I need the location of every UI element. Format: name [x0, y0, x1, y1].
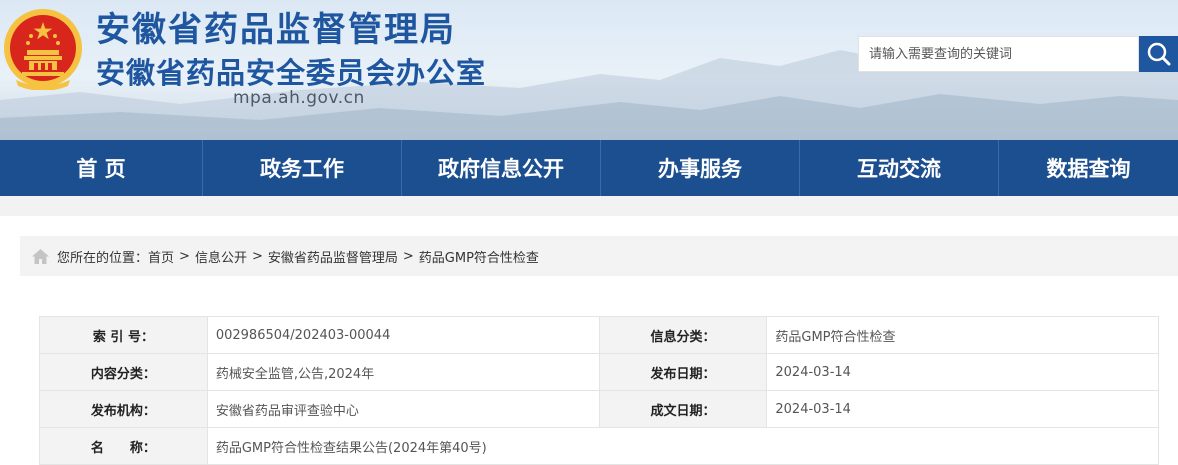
publishing-org-label: 发布机构： — [39, 390, 208, 428]
site-domain: mpa.ah.gov.cn — [233, 88, 365, 108]
national-emblem-icon — [4, 9, 82, 90]
table-row: 发布机构： 安徽省药品审评查验中心 成文日期： 2024-03-14 — [39, 390, 1159, 428]
main-nav: 首 页 政务工作 政府信息公开 办事服务 互动交流 数据查询 — [0, 140, 1178, 196]
index-number-value: 002986504/202403-00044 — [206, 316, 600, 354]
breadcrumb-item-info-disclosure[interactable]: 信息公开 — [195, 247, 247, 266]
breadcrumb-separator: > — [251, 248, 263, 264]
breadcrumb: 您所在的位置： 首页 > 信息公开 > 安徽省药品监督管理局 > 药品GMP符合… — [20, 236, 1178, 276]
search-box — [858, 36, 1139, 72]
nav-item-info-disclosure[interactable]: 政府信息公开 — [402, 140, 601, 196]
breadcrumb-separator: > — [179, 248, 190, 264]
info-category-value: 药品GMP符合性检查 — [766, 316, 1159, 354]
site-subtitle: 安徽省药品安全委员会办公室 — [96, 56, 487, 90]
table-row: 索 引 号： 002986504/202403-00044 信息分类： 药品GM… — [39, 316, 1159, 354]
breadcrumb-item-bureau[interactable]: 安徽省药品监督管理局 — [268, 247, 398, 266]
nav-item-government-work[interactable]: 政务工作 — [203, 140, 402, 196]
nav-item-interaction[interactable]: 互动交流 — [800, 140, 999, 196]
breadcrumb-item-gmp-inspection[interactable]: 药品GMP符合性检查 — [419, 247, 539, 266]
site-title: 安徽省药品监督管理局 — [96, 10, 456, 50]
written-date-label: 成文日期： — [598, 390, 768, 428]
search-input[interactable] — [859, 37, 1138, 71]
publish-date-value: 2024-03-14 — [766, 353, 1159, 391]
site-header: 安徽省药品监督管理局 安徽省药品安全委员会办公室 mpa.ah.gov.cn — [0, 0, 1178, 140]
document-info-table: 索 引 号： 002986504/202403-00044 信息分类： 药品GM… — [39, 316, 1160, 465]
content-category-label: 内容分类： — [39, 353, 208, 391]
written-date-value: 2024-03-14 — [766, 390, 1159, 428]
content-category-value: 药械安全监管,公告,2024年 — [206, 353, 600, 391]
breadcrumb-prefix: 您所在的位置： — [57, 250, 149, 266]
table-row: 内容分类： 药械安全监管,公告,2024年 发布日期： 2024-03-14 — [39, 353, 1159, 391]
publish-date-label: 发布日期： — [598, 353, 768, 391]
breadcrumb-separator: > — [402, 248, 414, 264]
search-icon — [1147, 42, 1171, 66]
index-number-label: 索 引 号： — [39, 316, 208, 354]
nav-item-data-query[interactable]: 数据查询 — [999, 140, 1178, 196]
info-category-label: 信息分类： — [598, 316, 768, 354]
nav-item-home[interactable]: 首 页 — [0, 140, 203, 196]
publishing-org-value: 安徽省药品审评查验中心 — [206, 390, 600, 428]
search-button[interactable] — [1139, 36, 1178, 72]
breadcrumb-item-home[interactable]: 首页 — [148, 247, 174, 266]
nav-item-services[interactable]: 办事服务 — [601, 140, 800, 196]
divider-band — [0, 196, 1178, 216]
home-icon — [32, 248, 49, 264]
